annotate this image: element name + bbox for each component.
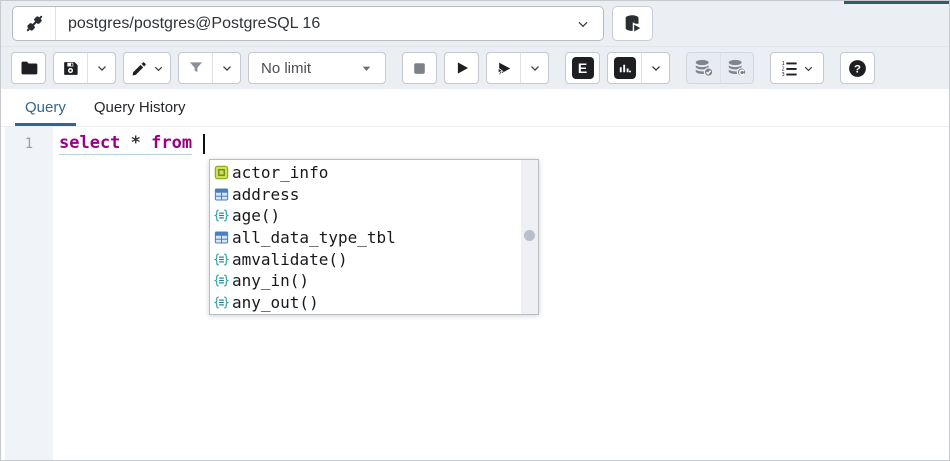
row-limit-value: No limit [261, 60, 311, 77]
sql-operator-star: * [131, 133, 141, 153]
query-toolbar: No limit [1, 47, 949, 89]
svg-text:?: ? [854, 63, 861, 75]
chevron-down-icon [649, 61, 663, 75]
autocomplete-item[interactable]: any_in() [213, 270, 521, 292]
play-icon [453, 59, 471, 77]
tab-query-history[interactable]: Query History [80, 89, 200, 126]
autocomplete-item-label: any_out() [232, 293, 319, 312]
plug-connected-icon [23, 12, 46, 35]
line-number: 1 [5, 136, 53, 152]
dropdown-arrow-icon [360, 62, 373, 75]
explain-analyze-button[interactable] [608, 53, 641, 83]
function-icon [213, 251, 230, 268]
sql-keyword-from: from [151, 133, 192, 153]
macros-button[interactable]: 1 2 3 [771, 53, 823, 83]
commit-button[interactable] [687, 53, 720, 83]
connection-label: postgres/postgres@PostgreSQL 16 [68, 15, 575, 33]
table-icon [213, 186, 230, 203]
explain-options-dropdown[interactable] [641, 53, 669, 83]
tab-query-history-label: Query History [94, 99, 186, 116]
autocomplete-item[interactable]: all_data_type_tbl [213, 227, 521, 249]
folder-icon [19, 58, 39, 78]
row-limit-select[interactable]: No limit [249, 53, 385, 83]
connection-bar: postgres/postgres@PostgreSQL 16 [1, 1, 949, 47]
svg-text:3: 3 [781, 72, 784, 78]
autocomplete-item-label: address [232, 185, 299, 204]
explain-button[interactable]: E [566, 53, 599, 83]
new-connection-button[interactable] [612, 6, 653, 41]
help-button[interactable]: ? [841, 53, 874, 83]
execute-button[interactable] [445, 53, 478, 83]
autocomplete-scrollbar[interactable] [521, 160, 538, 314]
filter-button[interactable] [179, 53, 212, 83]
save-floppy-icon [61, 59, 80, 78]
autocomplete-item-label: any_in() [232, 271, 309, 290]
text-cursor [203, 134, 205, 154]
autocomplete-item-label: age() [232, 206, 280, 225]
view-icon [213, 164, 230, 181]
autocomplete-item-label: amvalidate() [232, 250, 348, 269]
tab-query-label: Query [25, 99, 66, 116]
function-icon [213, 272, 230, 289]
execute-script-button[interactable] [487, 53, 520, 83]
filter-funnel-icon [187, 59, 205, 77]
numbered-list-icon: 1 2 3 [780, 59, 799, 78]
chevron-down-icon [152, 62, 165, 75]
chevron-down-icon [575, 16, 591, 32]
save-button[interactable] [54, 53, 87, 83]
panel-active-tab-accent [844, 1, 950, 4]
connection-selector: postgres/postgres@PostgreSQL 16 [12, 6, 604, 41]
chevron-down-icon [802, 62, 815, 75]
tab-query[interactable]: Query [11, 89, 80, 126]
autocomplete-item[interactable]: amvalidate() [213, 248, 521, 270]
database-commit-icon [693, 57, 715, 79]
autocomplete-popup: actor_info address age() all_data_type_t… [209, 159, 539, 315]
connection-dropdown[interactable]: postgres/postgres@PostgreSQL 16 [56, 7, 603, 40]
autocomplete-item[interactable]: any_out() [213, 292, 521, 314]
explain-e-icon: E [572, 57, 594, 79]
database-new-connection-icon [622, 13, 644, 35]
connection-status-button[interactable] [13, 7, 56, 40]
chevron-down-icon [95, 61, 109, 75]
query-tool-window: postgres/postgres@PostgreSQL 16 [0, 0, 950, 461]
autocomplete-item[interactable]: actor_info [213, 162, 521, 184]
chevron-down-icon [220, 61, 234, 75]
rollback-button[interactable] [720, 53, 753, 83]
filter-options-dropdown[interactable] [212, 53, 240, 83]
autocomplete-item[interactable]: age() [213, 205, 521, 227]
stop-button[interactable] [403, 53, 436, 83]
function-icon [213, 294, 230, 311]
autocomplete-item[interactable]: address [213, 184, 521, 206]
database-rollback-icon [726, 57, 748, 79]
autocomplete-list: actor_info address age() all_data_type_t… [210, 160, 521, 314]
help-question-icon: ? [847, 58, 868, 79]
stop-square-icon [411, 60, 428, 77]
line-number-gutter: 1 [5, 127, 53, 461]
autocomplete-item-label: actor_info [232, 163, 328, 182]
autocomplete-item-label: all_data_type_tbl [232, 228, 396, 247]
analyze-chart-icon [614, 57, 636, 79]
sql-keyword-select: select [59, 133, 120, 153]
scrollbar-thumb[interactable] [524, 230, 535, 241]
editor-tabbar: Query Query History [1, 89, 949, 127]
play-with-cursor-icon [494, 59, 513, 78]
table-icon [213, 229, 230, 246]
code-line-1: select * from [59, 133, 205, 155]
chevron-down-icon [528, 61, 542, 75]
open-file-button[interactable] [12, 53, 45, 83]
execute-options-dropdown[interactable] [520, 53, 548, 83]
function-icon [213, 207, 230, 224]
edit-menu-button[interactable] [124, 53, 170, 83]
pencil-edit-icon [130, 59, 149, 78]
save-options-dropdown[interactable] [87, 53, 115, 83]
